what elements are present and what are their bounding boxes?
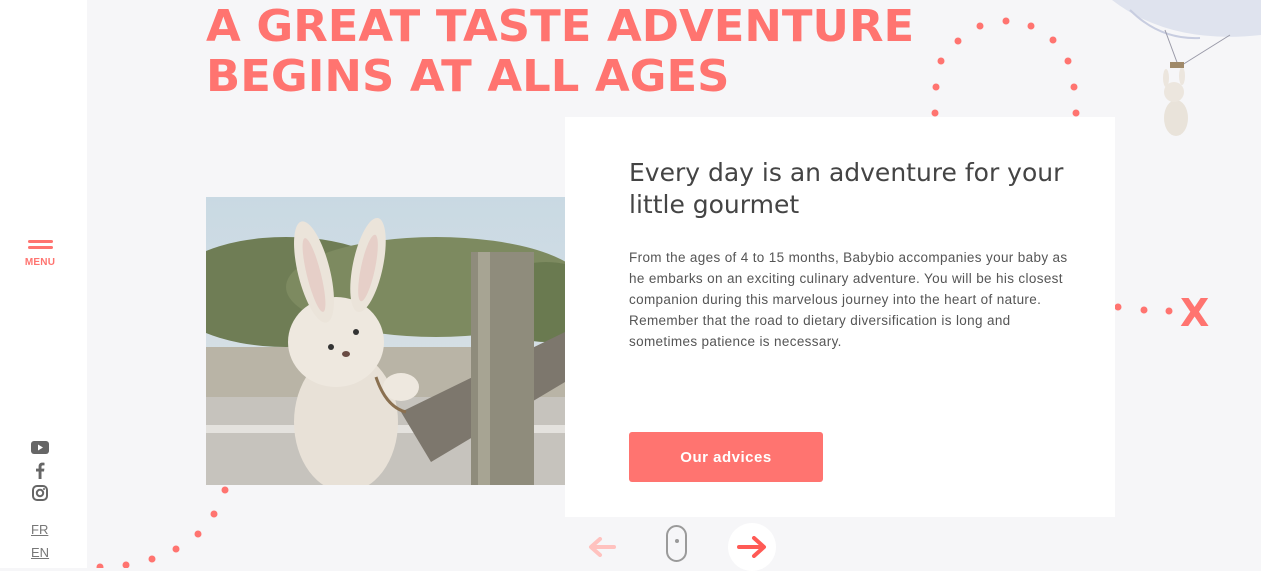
instagram-link[interactable] bbox=[31, 484, 49, 502]
hamburger-icon bbox=[27, 240, 53, 243]
facebook-link[interactable] bbox=[31, 461, 49, 479]
hero-photo-bunny bbox=[206, 197, 565, 485]
bunny-photo-illustration bbox=[206, 197, 565, 485]
card-body-text: From the ages of 4 to 15 months, Babybio… bbox=[629, 250, 1068, 349]
hero-headline: A GREAT TASTE ADVENTURE BEGINS AT ALL AG… bbox=[206, 2, 914, 102]
card-title: Every day is an adventure for your littl… bbox=[629, 158, 1064, 219]
hero-headline-line1: A GREAT TASTE ADVENTURE bbox=[206, 1, 915, 52]
menu-label: MENU bbox=[24, 257, 56, 268]
youtube-icon bbox=[31, 440, 49, 454]
previous-slide-button[interactable] bbox=[578, 523, 626, 571]
hero-headline-line2: BEGINS AT ALL AGES bbox=[206, 51, 730, 102]
scroll-wheel-dot bbox=[675, 539, 679, 543]
hamburger-icon-line bbox=[27, 246, 53, 249]
parachute-bunny-illustration bbox=[1112, 0, 1261, 136]
trail-end-x-mark: X bbox=[1180, 291, 1209, 335]
youtube-link[interactable] bbox=[31, 438, 49, 456]
language-en-link[interactable]: EN bbox=[31, 545, 49, 560]
arrow-left-icon bbox=[589, 537, 616, 557]
arrow-right-icon bbox=[737, 536, 766, 558]
scroll-mouse-icon bbox=[666, 525, 687, 562]
language-fr-link[interactable]: FR bbox=[31, 522, 48, 537]
facebook-icon bbox=[36, 462, 45, 479]
our-advices-button[interactable]: Our advices bbox=[629, 432, 823, 482]
content-card: Every day is an adventure for your littl… bbox=[565, 117, 1115, 517]
sidebar: MENU FR EN bbox=[0, 0, 87, 568]
menu-button[interactable]: MENU bbox=[20, 240, 60, 280]
next-slide-button[interactable] bbox=[728, 523, 776, 571]
instagram-icon bbox=[32, 485, 48, 501]
